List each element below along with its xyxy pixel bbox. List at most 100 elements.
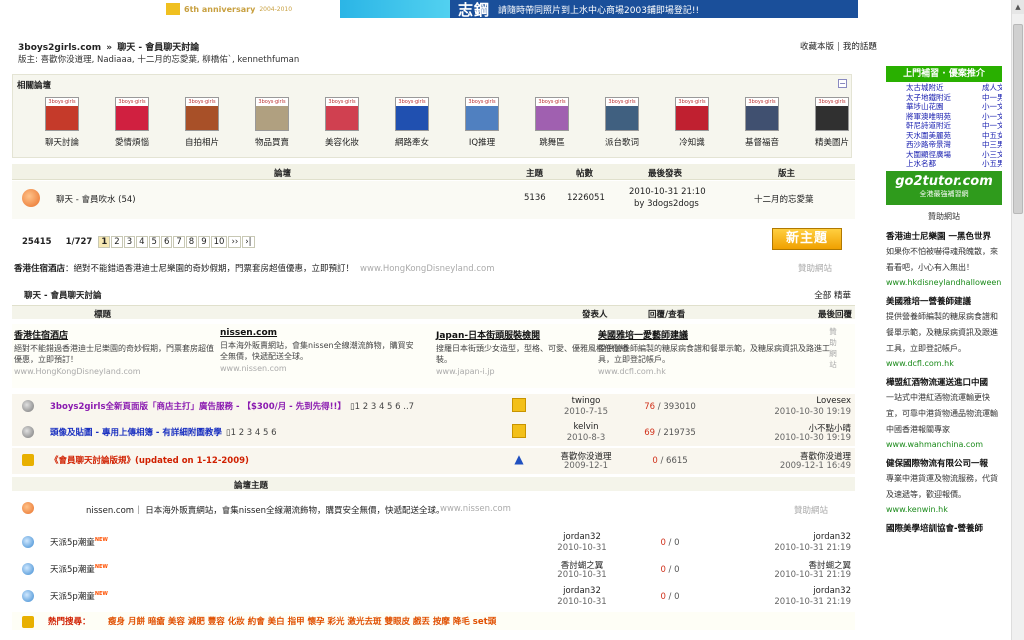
collapse-icon[interactable]: − bbox=[838, 79, 847, 88]
breadcrumb-home-link[interactable]: 3boys2girls.com bbox=[18, 43, 101, 53]
last-reply-by[interactable]: jordan32 bbox=[813, 586, 851, 596]
sidebar-ad-title[interactable]: 樺盟紅酒物流運送進口中國 bbox=[886, 376, 1002, 388]
thread-title-link[interactable]: 天派5p潮童 bbox=[50, 592, 95, 602]
related-forum-5[interactable]: 3boys·girls 美容化妝 bbox=[307, 97, 377, 148]
sidebar-ad[interactable]: 健保國際物流有限公司一報 專業中港貨運及物流服務，代貨及速遞等，歡迎報價。 www.… bbox=[886, 457, 1002, 514]
tutor-level-link[interactable]: 中五女 bbox=[982, 131, 1002, 141]
filter-all-link[interactable]: 全部 bbox=[814, 291, 831, 301]
related-forum-2[interactable]: 3boys·girls 愛情煩惱 bbox=[97, 97, 167, 148]
thread-author[interactable]: jordan32 bbox=[542, 532, 622, 542]
tutor-level-link[interactable]: 中一男 bbox=[982, 93, 1002, 103]
last-reply-by[interactable]: jordan32 bbox=[813, 532, 851, 542]
tutor-level-link[interactable]: 小一文 bbox=[982, 112, 1002, 122]
sidebar-ad-title[interactable]: 健保國際物流有限公司一報 bbox=[886, 457, 1002, 469]
vertical-scrollbar[interactable]: ▲ bbox=[1011, 0, 1024, 640]
thread-title-link[interactable]: 頭像及貼圖 - 專用上傳相簿 - 有詳細附圖教學 bbox=[50, 428, 222, 438]
sponsor-line[interactable]: 香港住宿酒店：絕對不能錯過香港迪士尼樂園的奇妙假期，門票套房超值優惠，立即預訂！… bbox=[14, 262, 495, 274]
sidebar-ad-title[interactable]: 美國雅培一營養師建議 bbox=[886, 295, 1002, 307]
sponsored-ad[interactable]: 香港住宿酒店 絕對不能錯過香港迪士尼樂園的奇妙假期，門票套房超值優惠，立即預訂！ w… bbox=[14, 328, 214, 376]
anniversary-banner[interactable]: 6th anniversary 2004-2010 bbox=[166, 0, 326, 18]
tutor-location-link[interactable]: 上水名都 bbox=[906, 159, 982, 169]
tutor-location-link[interactable]: 將軍澳唯明苑 bbox=[906, 112, 982, 122]
related-forum-12[interactable]: 3boys·girls 精美圖片 bbox=[797, 97, 867, 148]
tutor-location-link[interactable]: 太古城附近 bbox=[906, 83, 982, 93]
page-link-3[interactable]: 3 bbox=[123, 236, 136, 248]
tutor-location-link[interactable]: 軒尼詩道附近 bbox=[906, 121, 982, 131]
tutor-location-link[interactable]: 大圍顯徑廣場 bbox=[906, 150, 982, 160]
tutor-level-link[interactable]: 小五男 bbox=[982, 159, 1002, 169]
forum-row[interactable]: 聊天 - 會員吹水 (54) 5136 1226051 2010-10-31 2… bbox=[12, 181, 855, 219]
page-link-10[interactable]: 10 bbox=[210, 236, 228, 248]
sticky-thread-row[interactable]: 《會員聊天討論版規》(updated on 1-12-2009) ▲ 喜歡你没道理 2… bbox=[12, 448, 855, 474]
page-link-11[interactable]: ›› bbox=[228, 236, 242, 248]
promo-banner[interactable]: 志鋼 請隨時帶同照片到上水中心商場2003鋪即場登記!! bbox=[340, 0, 858, 18]
tutor-level-link[interactable]: 成人文 bbox=[982, 83, 1002, 93]
page-link-8[interactable]: 8 bbox=[185, 236, 198, 248]
thread-author[interactable]: jordan32 bbox=[542, 586, 622, 596]
page-link-12[interactable]: ›| bbox=[242, 236, 255, 248]
related-forum-8[interactable]: 3boys·girls 跳舞區 bbox=[517, 97, 587, 148]
thread-row[interactable]: 天派5p潮童NEW jordan32 2010-10-31 0 / 0 jordan32… bbox=[12, 584, 855, 610]
thread-row[interactable]: 天派5p潮童NEW 香討蝴之翼 2010-10-31 0 / 0 香討蝴之翼 2010-1… bbox=[12, 557, 855, 583]
related-forum-11[interactable]: 3boys·girls 基督福音 bbox=[727, 97, 797, 148]
favorite-forum-link[interactable]: 收藏本版 bbox=[800, 42, 834, 52]
tutor-level-link[interactable]: 小三文 bbox=[982, 150, 1002, 160]
tutor-location-link[interactable]: 華埗山花園 bbox=[906, 102, 982, 112]
scrollbar-thumb[interactable] bbox=[1013, 24, 1023, 214]
sidebar-ad[interactable]: 香港迪士尼樂園 一黑色世界 如果你不怕被嚇得魂飛魄散，來看看吧，小心有入無出！ ww… bbox=[886, 230, 1002, 287]
related-forum-10[interactable]: 3boys·girls 冷知識 bbox=[657, 97, 727, 148]
thread-author[interactable]: twingo bbox=[546, 396, 626, 406]
page-link-9[interactable]: 9 bbox=[198, 236, 210, 248]
sticky-thread-row[interactable]: 頭像及貼圖 - 專用上傳相簿 - 有詳細附圖教學 ▯1 2 3 4 5 6 kelv… bbox=[12, 420, 855, 446]
related-forum-7[interactable]: 3boys·girls IQ推理 bbox=[447, 97, 517, 148]
tutor-level-link[interactable]: 小一文 bbox=[982, 102, 1002, 112]
page-link-1[interactable]: 1 bbox=[98, 236, 111, 248]
related-forum-9[interactable]: 3boys·girls 派台歌词 bbox=[587, 97, 657, 148]
scroll-up-arrow-icon[interactable]: ▲ bbox=[1012, 0, 1024, 14]
thread-title-link[interactable]: 天派5p潮童 bbox=[50, 565, 95, 575]
sidebar-ad[interactable]: 美國雅培一營養師建議 提供營養師編製的糖尿病食譜和餐單示範，及糖尿病資訊及跟進工具… bbox=[886, 295, 1002, 368]
related-forum-3[interactable]: 3boys·girls 自拍相片 bbox=[167, 97, 237, 148]
last-reply-by[interactable]: Lovesex bbox=[816, 396, 851, 406]
ad-title[interactable]: 美國雅培一愛藝師建議 bbox=[598, 328, 830, 341]
ad-title[interactable]: 香港住宿酒店 bbox=[14, 328, 214, 341]
thread-author[interactable]: kelvin bbox=[546, 422, 626, 432]
sidebar-ad[interactable]: 國際美學培訓協會-營養師 bbox=[886, 522, 1002, 534]
page-link-6[interactable]: 6 bbox=[160, 236, 173, 248]
thread-title-link[interactable]: 天派5p潮童 bbox=[50, 538, 95, 548]
forum-name[interactable]: 聊天 - 會員吹水 (54) bbox=[56, 193, 136, 205]
thread-page-links[interactable]: ▯1 2 3 4 5 6 ..7 bbox=[350, 402, 414, 412]
new-thread-button[interactable]: 新主題 bbox=[772, 228, 842, 250]
go2tutor-logo[interactable]: go2tutor.com 全港最強補習網 bbox=[886, 170, 1002, 205]
my-topics-link[interactable]: 我的話題 bbox=[843, 42, 877, 52]
forum-mods[interactable]: 十二月的忘愛葉 bbox=[754, 193, 814, 205]
ad-title[interactable]: nissen.com bbox=[220, 328, 420, 338]
inline-ad-row[interactable]: nissen.com｜ 日本海外販賣網站，會集nissen全線潮流飾物，購買安全… bbox=[12, 496, 855, 522]
page-link-4[interactable]: 4 bbox=[136, 236, 148, 248]
sponsored-ad[interactable]: nissen.com 日本海外販賣網站，會集nissen全線潮流飾物，購買安全無價… bbox=[220, 328, 420, 373]
sponsored-ad[interactable]: 美國雅培一愛藝師建議 提供營養師編製的糖尿病食譜和餐單示範，及糖尿病資訊及路進工具… bbox=[598, 328, 830, 376]
thread-title-link[interactable]: 《會員聊天討論版規》(updated on 1-12-2009) bbox=[50, 456, 249, 466]
tutor-header[interactable]: 上門補習 · 優案推介 bbox=[886, 66, 1002, 82]
thread-title-link[interactable]: 3boys2girls全新頁面版「商店主打」廣告服務 - 【$300/月 - 先… bbox=[50, 402, 346, 412]
tutor-location-link[interactable]: 太子地鐵附近 bbox=[906, 93, 982, 103]
page-link-2[interactable]: 2 bbox=[111, 236, 123, 248]
page-link-5[interactable]: 5 bbox=[148, 236, 160, 248]
filter-digest-link[interactable]: 精華 bbox=[834, 291, 851, 301]
thread-page-links[interactable]: ▯1 2 3 4 5 6 bbox=[226, 428, 277, 438]
tutor-level-link[interactable]: 中三男 bbox=[982, 140, 1002, 150]
tutor-level-link[interactable]: 中一文 bbox=[982, 121, 1002, 131]
sidebar-ad-title[interactable]: 香港迪士尼樂園 一黑色世界 bbox=[886, 230, 1002, 242]
forum-last-by[interactable]: by 3dogs2dogs bbox=[634, 199, 699, 209]
sidebar-ad-title[interactable]: 國際美學培訓協會-營養師 bbox=[886, 522, 1002, 534]
thread-row[interactable]: 天派5p潮童NEW jordan32 2010-10-31 0 / 0 jordan32… bbox=[12, 530, 855, 556]
sidebar-ad[interactable]: 樺盟紅酒物流運送進口中國 一站式中港紅酒物流運輸更快宜，可靠中港貨物通品物流運輸中… bbox=[886, 376, 1002, 449]
related-forum-4[interactable]: 3boys·girls 物品買賣 bbox=[237, 97, 307, 148]
tutor-location-link[interactable]: 西沙路帝景灣 bbox=[906, 140, 982, 150]
hot-search-terms[interactable]: 瘦身 月餅 暗瘡 美容 減肥 豐容 化妝 約會 美白 指甲 懷孕 彩光 激光去斑… bbox=[108, 615, 496, 627]
related-forum-6[interactable]: 3boys·girls 網路牽女 bbox=[377, 97, 447, 148]
tutor-location-link[interactable]: 天水圍美麗苑 bbox=[906, 131, 982, 141]
related-forum-1[interactable]: 3boys·girls 聊天討論 bbox=[27, 97, 97, 148]
page-link-7[interactable]: 7 bbox=[173, 236, 185, 248]
sticky-thread-row[interactable]: 3boys2girls全新頁面版「商店主打」廣告服務 - 【$300/月 - 先… bbox=[12, 394, 855, 420]
